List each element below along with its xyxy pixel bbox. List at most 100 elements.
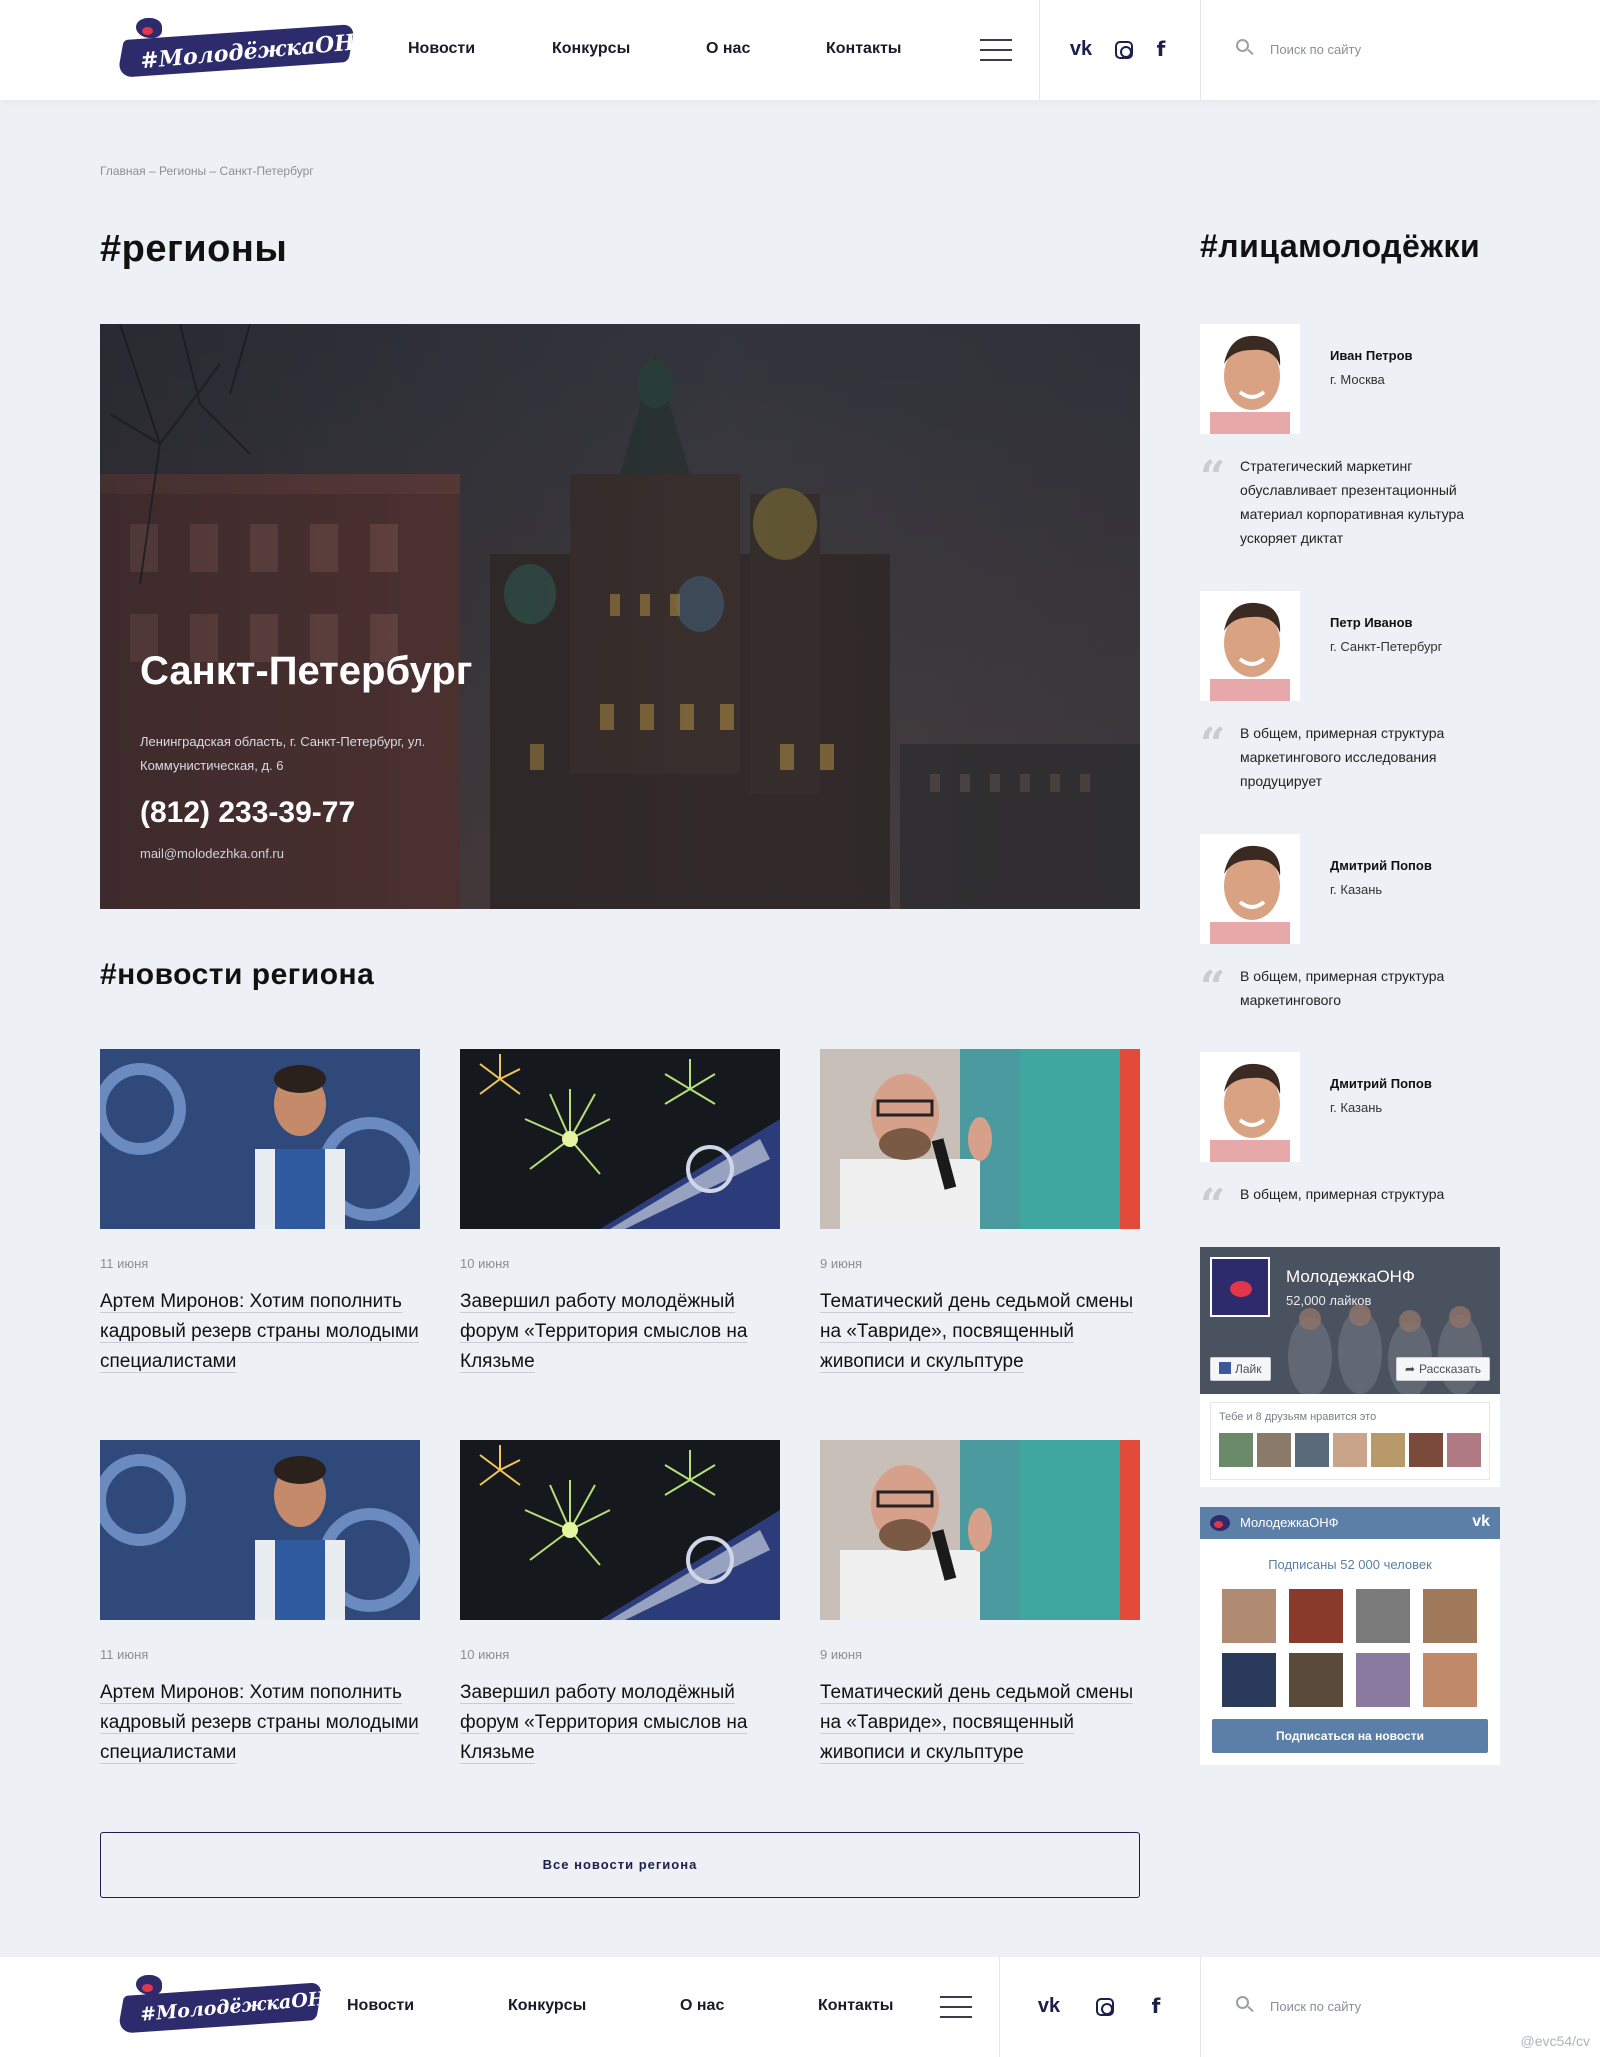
vk-icon[interactable]: vk xyxy=(1036,1993,1062,2019)
friend-avatar[interactable] xyxy=(1257,1433,1291,1467)
news-date: 10 июня xyxy=(460,1647,510,1662)
friend-avatar[interactable] xyxy=(1333,1433,1367,1467)
news-image-lecturer xyxy=(820,1440,1140,1620)
nav-contacts[interactable]: Контакты xyxy=(818,1997,893,2015)
person-city: г. Казань xyxy=(1330,1100,1383,1115)
all-region-news-button[interactable]: Все новости региона xyxy=(100,1832,1140,1898)
site-header: #МолодёжкаОНФ Новости Конкурсы О нас Кон… xyxy=(0,0,1600,100)
nav-news[interactable]: Новости xyxy=(408,40,475,58)
news-card[interactable]: 9 июня Тематический день седьмой смены н… xyxy=(820,1440,1140,1768)
nav-contests[interactable]: Конкурсы xyxy=(552,40,630,58)
fb-share-button[interactable]: ➦ Рассказать xyxy=(1395,1357,1490,1381)
nav-about[interactable]: О нас xyxy=(680,1997,724,2015)
avatar[interactable] xyxy=(1200,324,1300,434)
person-name[interactable]: Дмитрий Попов xyxy=(1330,858,1432,873)
subscriber-avatar[interactable] xyxy=(1289,1589,1343,1643)
vk-widget-header[interactable]: МолодежкаОНФ vk xyxy=(1200,1507,1500,1539)
person-name[interactable]: Иван Петров xyxy=(1330,348,1413,363)
fb-likes-count: 52,000 лайков xyxy=(1286,1293,1372,1308)
news-card[interactable]: 9 июня Тематический день седьмой смены н… xyxy=(820,1049,1140,1377)
news-image-fireworks xyxy=(460,1049,780,1229)
news-date: 11 июня xyxy=(100,1256,149,1271)
vk-icon[interactable]: vk xyxy=(1068,36,1094,62)
news-title[interactable]: Завершил работу молодёжный форум «Террит… xyxy=(460,1678,780,1768)
fb-like-label: Лайк xyxy=(1235,1362,1262,1376)
subscriber-avatar[interactable] xyxy=(1222,1653,1276,1707)
instagram-icon[interactable] xyxy=(1092,1993,1118,2019)
facebook-icon[interactable]: f xyxy=(1143,1993,1169,2019)
quote-icon: “ xyxy=(1200,1180,1226,1231)
fb-page-name[interactable]: МолодежкаОНФ xyxy=(1286,1267,1415,1287)
quote-icon: “ xyxy=(1200,719,1226,770)
subscriber-avatar[interactable] xyxy=(1356,1589,1410,1643)
bird-icon xyxy=(136,18,162,38)
person-quote: В общем, примерная структура маркетингов… xyxy=(1240,968,1445,1008)
search-input[interactable] xyxy=(1270,1993,1470,2019)
news-card[interactable]: 11 июня Артем Миронов: Хотим пополнить к… xyxy=(94,1049,422,1377)
fb-page-logo[interactable] xyxy=(1210,1257,1270,1317)
quote-icon: “ xyxy=(1200,452,1226,503)
divider xyxy=(1200,0,1201,100)
facebook-icon[interactable]: f xyxy=(1148,36,1174,62)
share-icon: ➦ xyxy=(1404,1362,1415,1376)
fb-friends-text: Тебе и 8 друзьям нравится это xyxy=(1219,1411,1377,1423)
footer-logo[interactable]: #МолодёжкаОНФ xyxy=(117,1973,345,2037)
news-section-title: #новости региона xyxy=(100,958,375,991)
news-title[interactable]: Завершил работу молодёжный форум «Террит… xyxy=(460,1287,780,1377)
subscriber-avatar[interactable] xyxy=(1222,1589,1276,1643)
friend-avatar[interactable] xyxy=(1295,1433,1329,1467)
person-name[interactable]: Дмитрий Попов xyxy=(1330,1076,1432,1091)
divider xyxy=(999,1957,1000,2057)
hero-address: Ленинградская область, г. Санкт-Петербур… xyxy=(140,734,426,773)
news-image-speaker xyxy=(94,1049,422,1229)
fb-like-button[interactable]: Лайк xyxy=(1210,1357,1271,1381)
friend-avatar[interactable] xyxy=(1219,1433,1253,1467)
person-city: г. Казань xyxy=(1330,882,1383,897)
fb-cover-image: МолодежкаОНФ 52,000 лайков Лайк ➦ Рассказ… xyxy=(1200,1247,1500,1394)
news-card[interactable]: 10 июня Завершил работу молодёжный форум… xyxy=(460,1440,780,1768)
site-logo[interactable]: #МолодёжкаОНФ xyxy=(116,16,377,80)
hero-phone[interactable]: (812) 233-39-77 xyxy=(140,796,355,830)
menu-burger-icon[interactable] xyxy=(940,1996,972,2018)
region-hero: Санкт-Петербург Ленинградская область, г… xyxy=(100,324,1140,909)
subscriber-avatar[interactable] xyxy=(1423,1589,1477,1643)
facebook-widget: МолодежкаОНФ 52,000 лайков Лайк ➦ Рассказ… xyxy=(1200,1247,1500,1487)
news-title[interactable]: Артем Миронов: Хотим пополнить кадровый … xyxy=(100,1678,420,1768)
subscriber-avatar[interactable] xyxy=(1289,1653,1343,1707)
friend-avatar[interactable] xyxy=(1447,1433,1481,1467)
news-image-lecturer xyxy=(820,1049,1140,1229)
search-icon[interactable] xyxy=(1236,1996,1254,2014)
news-card[interactable]: 11 июня Артем Миронов: Хотим пополнить к… xyxy=(94,1440,422,1768)
subscriber-avatar[interactable] xyxy=(1356,1653,1410,1707)
menu-burger-icon[interactable] xyxy=(980,39,1012,61)
avatar[interactable] xyxy=(1200,1052,1300,1162)
avatar[interactable] xyxy=(1200,591,1300,701)
fb-friends-box: Тебе и 8 друзьям нравится это xyxy=(1210,1402,1490,1480)
person-quote: В общем, примерная структура xyxy=(1240,1186,1445,1202)
person-quote: В общем, примерная структура маркетингов… xyxy=(1240,725,1445,789)
news-card[interactable]: 10 июня Завершил работу молодёжный форум… xyxy=(460,1049,780,1377)
subscriber-avatar[interactable] xyxy=(1423,1653,1477,1707)
divider xyxy=(1200,1957,1201,2057)
breadcrumb[interactable]: Главная – Регионы – Санкт-Петербург xyxy=(100,164,314,178)
watermark: @evc54/cv xyxy=(1520,2033,1590,2049)
friend-avatar[interactable] xyxy=(1371,1433,1405,1467)
search-input[interactable] xyxy=(1270,36,1470,62)
hero-email[interactable]: mail@molodezhka.onf.ru xyxy=(140,846,284,861)
nav-contests[interactable]: Конкурсы xyxy=(508,1997,586,2015)
news-title[interactable]: Артем Миронов: Хотим пополнить кадровый … xyxy=(100,1287,420,1377)
friend-avatar[interactable] xyxy=(1409,1433,1443,1467)
search-icon[interactable] xyxy=(1236,39,1254,57)
avatar[interactable] xyxy=(1200,834,1300,944)
news-title[interactable]: Тематический день седьмой смены на «Тавр… xyxy=(820,1287,1140,1377)
person-name[interactable]: Петр Иванов xyxy=(1330,615,1413,630)
instagram-icon[interactable] xyxy=(1111,36,1137,62)
vk-page-name: МолодежкаОНФ xyxy=(1240,1515,1339,1530)
nav-news[interactable]: Новости xyxy=(347,1997,414,2015)
fb-like-icon xyxy=(1219,1362,1231,1374)
nav-about[interactable]: О нас xyxy=(706,40,750,58)
nav-contacts[interactable]: Контакты xyxy=(826,40,901,58)
vk-subscribe-button[interactable]: Подписаться на новости xyxy=(1212,1719,1488,1753)
vk-subscribers[interactable]: Подписаны 52 000 человек xyxy=(1200,1557,1500,1572)
news-title[interactable]: Тематический день седьмой смены на «Тавр… xyxy=(820,1678,1140,1768)
